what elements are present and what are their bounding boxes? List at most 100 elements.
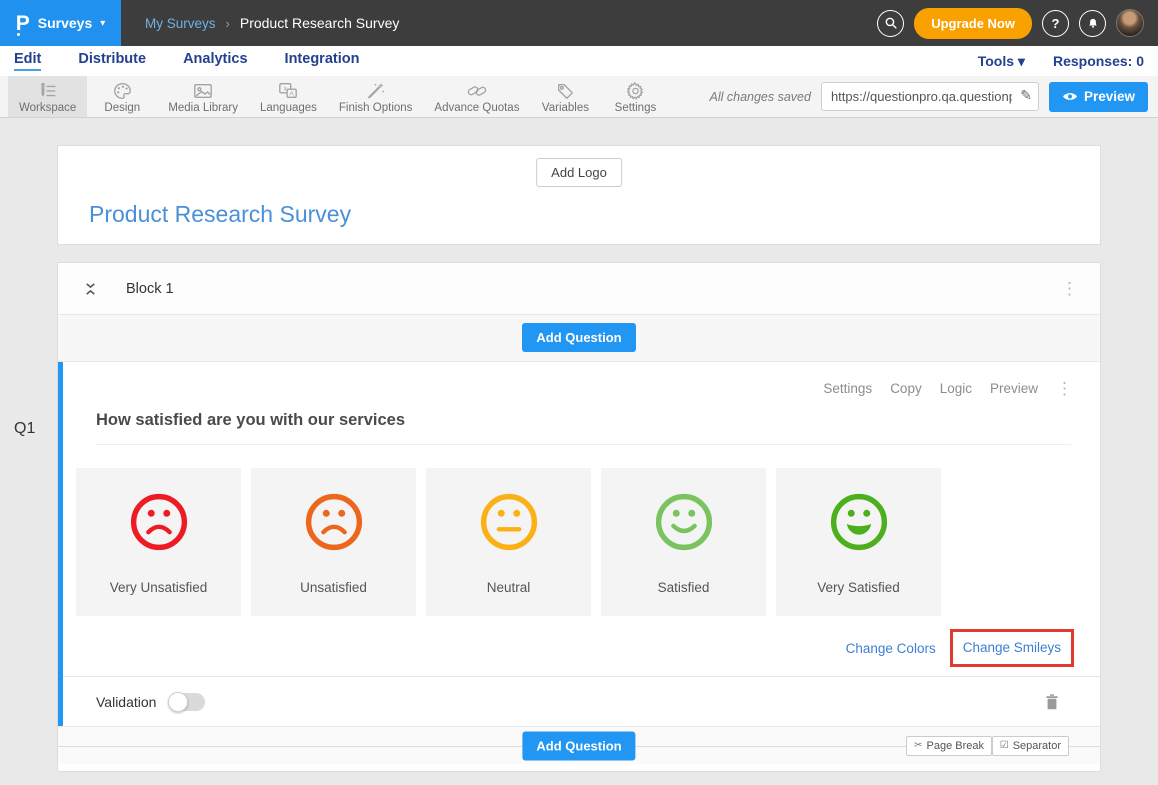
search-icon — [884, 16, 898, 30]
finish-options-icon — [365, 81, 386, 101]
notifications-button[interactable] — [1079, 10, 1106, 37]
design-icon — [112, 81, 133, 101]
change-colors-link[interactable]: Change Colors — [846, 641, 936, 656]
toolbar-item-label: Settings — [615, 102, 657, 114]
block-card: Block 1 ⋮ Add Question Settings Copy Logic… — [57, 262, 1101, 772]
search-button[interactable] — [877, 10, 904, 37]
add-question-row-bottom: Add Question ✂ Page Break ☑ Separator — [58, 726, 1100, 764]
smiley-frown-icon — [303, 468, 365, 558]
add-question-button-top[interactable]: Add Question — [522, 323, 635, 352]
workspace-icon — [37, 81, 58, 101]
subnav-right: Tools ▾ Responses: 0 — [978, 53, 1144, 70]
toolbar-item-variables[interactable]: Variables — [530, 76, 600, 117]
smiley-grin-icon — [828, 468, 890, 558]
smiley-option-label: Satisfied — [658, 580, 710, 595]
smiley-option-label: Very Unsatisfied — [110, 580, 208, 595]
validation-label: Validation — [96, 694, 156, 710]
smiley-smile-icon — [653, 468, 715, 558]
app-logo[interactable]: P Surveys ▾ — [0, 0, 121, 46]
survey-nav: Edit Distribute Analytics Integration Tools… — [0, 46, 1158, 76]
toolbar-item-label: Advance Quotas — [434, 102, 519, 114]
edit-url-pencil-icon[interactable]: ✎ — [1020, 87, 1032, 104]
toolbar-item-design[interactable]: Design — [87, 76, 157, 117]
media-library-icon — [192, 81, 214, 101]
tab-edit[interactable]: Edit — [14, 51, 41, 71]
question-actions: Settings Copy Logic Preview ⋮ — [63, 376, 1100, 397]
question-text[interactable]: How satisfied are you with our services — [96, 411, 1071, 445]
block-title: Block 1 — [126, 281, 174, 297]
survey-title-card: Add Logo Product Research Survey — [57, 145, 1101, 245]
breadcrumb-my-surveys[interactable]: My Surveys — [145, 16, 216, 31]
validation-row: Validation — [63, 676, 1100, 726]
settings-icon — [625, 81, 646, 101]
tools-menu[interactable]: Tools ▾ — [978, 53, 1025, 70]
block-menu-kebab-icon[interactable]: ⋮ — [1061, 280, 1078, 297]
survey-title[interactable]: Product Research Survey — [89, 201, 351, 228]
tab-distribute[interactable]: Distribute — [78, 51, 146, 71]
product-name: Surveys — [38, 15, 92, 31]
toolbar-item-advance-quotas[interactable]: Advance Quotas — [423, 76, 530, 117]
smiley-option-very-unsatisfied[interactable]: Very Unsatisfied — [76, 468, 241, 616]
smiley-option-very-satisfied[interactable]: Very Satisfied — [776, 468, 941, 616]
survey-canvas: Add Logo Product Research Survey Block 1… — [0, 118, 1158, 772]
smiley-option-label: Unsatisfied — [300, 580, 367, 595]
question-menu-kebab-icon[interactable]: ⋮ — [1056, 380, 1073, 397]
question-action-preview[interactable]: Preview — [990, 381, 1038, 396]
question-action-logic[interactable]: Logic — [940, 381, 972, 396]
save-status: All changes saved — [710, 90, 811, 104]
eye-icon — [1062, 91, 1078, 102]
survey-url-input[interactable] — [821, 82, 1039, 111]
toolbar-item-label: Finish Options — [339, 102, 413, 114]
question-mark-icon: ? — [1052, 16, 1060, 31]
separator-button[interactable]: ☑ Separator — [992, 736, 1069, 756]
toolbar-items: WorkspaceDesign Media Library xALanguages F… — [8, 76, 670, 117]
breadcrumb-current-survey: Product Research Survey — [240, 15, 400, 31]
toolbar-item-label: Variables — [542, 102, 589, 114]
collapse-block-icon[interactable] — [83, 281, 98, 297]
help-button[interactable]: ? — [1042, 10, 1069, 37]
toolbar-item-languages[interactable]: xALanguages — [249, 76, 328, 117]
toolbar-item-media-library[interactable]: Media Library — [157, 76, 249, 117]
toolbar-item-settings[interactable]: Settings — [600, 76, 670, 117]
question-action-settings[interactable]: Settings — [823, 381, 872, 396]
question-card: Settings Copy Logic Preview ⋮ How satisfied… — [58, 362, 1100, 726]
smiley-option-label: Neutral — [487, 580, 531, 595]
add-question-row-top: Add Question — [58, 315, 1100, 362]
preview-button[interactable]: Preview — [1049, 82, 1148, 112]
change-smileys-link[interactable]: Change Smileys — [963, 640, 1061, 655]
toolbar-item-label: Media Library — [168, 102, 238, 114]
breadcrumb: My Surveys › Product Research Survey — [145, 15, 399, 31]
validation-toggle[interactable] — [169, 693, 205, 711]
add-question-button-bottom[interactable]: Add Question — [522, 731, 635, 760]
add-logo-button[interactable]: Add Logo — [536, 158, 622, 187]
question-action-copy[interactable]: Copy — [890, 381, 922, 396]
checkbox-icon: ☑ — [1000, 740, 1009, 751]
tab-analytics[interactable]: Analytics — [183, 51, 247, 71]
upgrade-now-button[interactable]: Upgrade Now — [914, 8, 1032, 39]
smiley-option-label: Very Satisfied — [817, 580, 900, 595]
responses-count[interactable]: Responses: 0 — [1053, 53, 1144, 69]
toolbar-item-finish-options[interactable]: Finish Options — [328, 76, 424, 117]
workspace-toolbar: WorkspaceDesign Media Library xALanguages F… — [0, 76, 1158, 118]
advance-quotas-icon — [466, 81, 488, 101]
chevron-down-icon: ▾ — [100, 18, 105, 29]
questionpro-logo-icon: P — [16, 13, 30, 34]
languages-icon: xA — [277, 81, 299, 101]
smiley-option-satisfied[interactable]: Satisfied — [601, 468, 766, 616]
variables-icon — [555, 81, 576, 101]
toggle-knob — [168, 692, 188, 712]
survey-url-wrap: ✎ — [821, 82, 1039, 111]
toolbar-right: All changes saved ✎ Preview — [710, 76, 1158, 117]
delete-question-button[interactable] — [1044, 693, 1060, 711]
trash-icon — [1044, 693, 1060, 711]
smiley-flat-icon — [478, 468, 540, 558]
top-bar: P Surveys ▾ My Surveys › Product Researc… — [0, 0, 1158, 46]
smiley-option-unsatisfied[interactable]: Unsatisfied — [251, 468, 416, 616]
page-break-button[interactable]: ✂ Page Break — [906, 736, 992, 756]
svg-text:A: A — [290, 90, 295, 97]
user-avatar[interactable] — [1116, 9, 1144, 37]
tab-integration[interactable]: Integration — [285, 51, 360, 71]
smiley-option-neutral[interactable]: Neutral — [426, 468, 591, 616]
toolbar-item-workspace[interactable]: Workspace — [8, 76, 87, 117]
question-action-links: Settings Copy Logic Preview — [823, 381, 1038, 396]
